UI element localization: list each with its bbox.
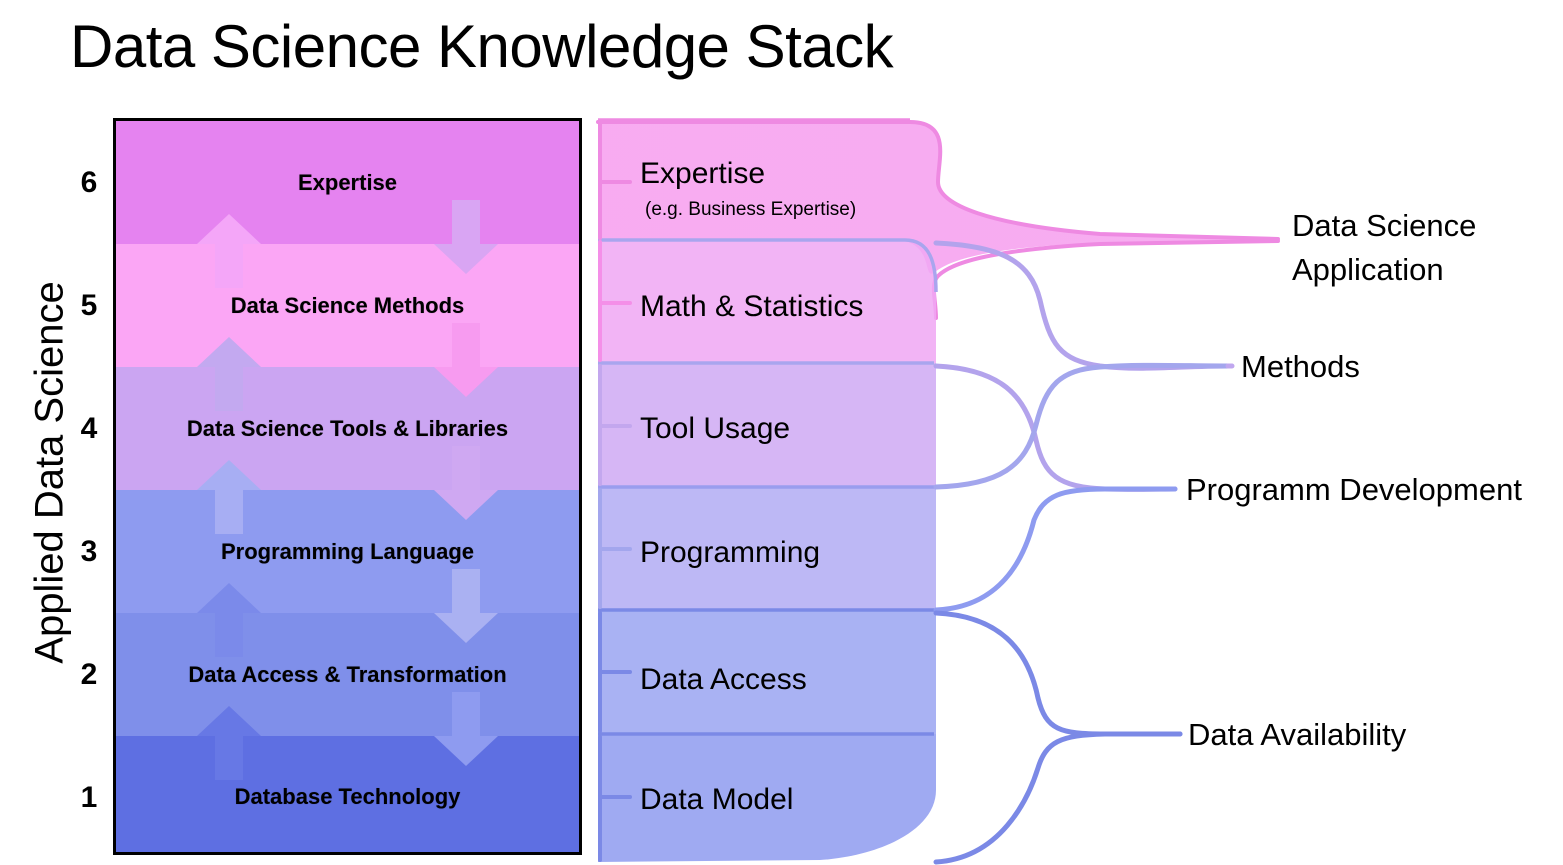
output-label-methods: Methods <box>1241 349 1360 384</box>
stack-layer-label: Data Science Methods <box>230 292 465 318</box>
output-label-data-science-application-line1: Data Science <box>1292 208 1476 243</box>
sankey-node-label-tool-usage: Tool Usage <box>640 412 790 445</box>
sankey-node-sublabel-expertise: (e.g. Business Expertise) <box>645 199 856 220</box>
stack-layer-label: Database Technology <box>234 784 461 809</box>
stack-layer-label: Data Access & Transformation <box>188 661 507 687</box>
stack-layer-label: Expertise <box>297 169 398 195</box>
stack-layer-label: Programming Language <box>220 538 475 564</box>
stack-layer-label: Data Science Tools & Libraries <box>186 415 509 441</box>
flow-programming-to-programm-development <box>933 486 1178 613</box>
sankey-node-label-math-statistics: Math & Statistics <box>640 290 863 323</box>
sankey-node-label-programming: Programming <box>640 536 820 569</box>
flow-programming-to-methods <box>933 362 1231 490</box>
flow-data-model-to-availability <box>933 731 1183 865</box>
flow-math-to-methods <box>933 240 1231 371</box>
output-label-programm-development: Programm Development <box>1186 472 1522 507</box>
sankey-node-label-data-access: Data Access <box>640 663 807 696</box>
output-label-data-science-application-line2: Application <box>1292 252 1444 287</box>
flow-data-access-to-availability <box>933 610 1183 737</box>
sankey-node-label-expertise: Expertise <box>640 157 765 190</box>
sankey-node-label-data-model: Data Model <box>640 783 793 816</box>
output-label-data-availability: Data Availability <box>1188 717 1407 752</box>
